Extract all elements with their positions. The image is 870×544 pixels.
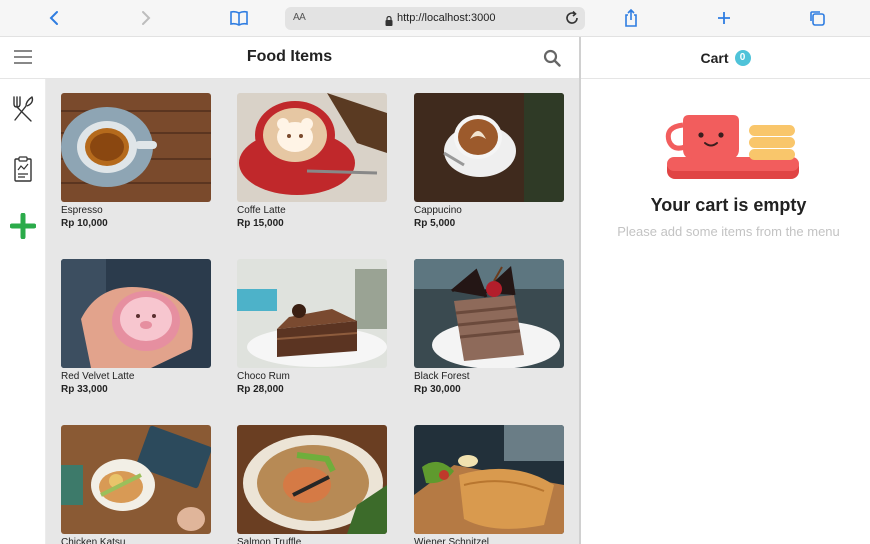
cart-title: Cart <box>700 49 729 66</box>
address-bar[interactable]: AA http://localhost:3000 <box>285 7 585 30</box>
food-price: Rp 15,000 <box>237 218 284 229</box>
clipboard-report-icon <box>14 156 32 182</box>
empty-cart-subtitle: Please add some items from the menu <box>617 224 840 239</box>
empty-cart-title: Your cart is empty <box>650 195 807 215</box>
nav-food-menu[interactable] <box>9 95 37 123</box>
nav-reports[interactable] <box>9 155 37 183</box>
food-grid: Espresso Rp 10,000 Coffe Latte Rp 15,000 <box>46 79 579 544</box>
food-name: Black Forest <box>414 371 470 382</box>
food-card-choco-rum[interactable]: Choco Rum Rp 28,000 <box>237 259 387 397</box>
food-name: Red Velvet Latte <box>61 371 135 382</box>
share-button[interactable] <box>619 6 643 30</box>
cart-count-badge: 0 <box>734 49 751 66</box>
food-price: Rp 30,000 <box>414 384 461 395</box>
new-tab-button[interactable] <box>712 6 736 30</box>
food-card-black-forest[interactable]: Black Forest Rp 30,000 <box>414 259 564 397</box>
plus-icon <box>10 213 36 239</box>
food-card-wiener-schnitzel[interactable]: Wiener Schnitzel <box>414 425 564 544</box>
food-price: Rp 33,000 <box>61 384 108 395</box>
food-image-black-forest <box>414 259 564 368</box>
food-name: Wiener Schnitzel <box>414 537 490 544</box>
food-name: Choco Rum <box>237 371 290 382</box>
plus-icon <box>718 12 730 24</box>
food-image-choco-rum <box>237 259 387 368</box>
food-card-espresso[interactable]: Espresso Rp 10,000 <box>61 93 211 231</box>
food-image-salmon-truffle <box>237 425 387 534</box>
tabs-button[interactable] <box>805 6 829 30</box>
food-image-wiener-schnitzel <box>414 425 564 534</box>
food-name: Chicken Katsu <box>61 537 126 544</box>
food-card-salmon-truffle[interactable]: Salmon Truffle <box>237 425 387 544</box>
food-image-coffe-latte <box>237 93 387 202</box>
food-price: Rp 28,000 <box>237 384 284 395</box>
side-navigation <box>0 37 46 544</box>
tabs-icon <box>810 11 825 26</box>
food-image-chicken-katsu <box>61 425 211 534</box>
food-price: Rp 5,000 <box>414 218 456 229</box>
cart-header: Cart 0 <box>581 37 870 79</box>
bookmarks-button[interactable] <box>227 6 251 30</box>
url-text[interactable]: http://localhost:3000 <box>397 12 495 24</box>
food-name: Espresso <box>61 205 103 216</box>
utensils-icon <box>13 96 34 122</box>
share-icon <box>625 8 637 27</box>
food-card-cappucino[interactable]: Cappucino Rp 5,000 <box>414 93 564 231</box>
lock-icon <box>385 13 393 31</box>
reload-icon[interactable] <box>564 10 580 31</box>
food-image-cappucino <box>414 93 564 202</box>
food-image-red-velvet-latte <box>61 259 211 368</box>
nav-add-item[interactable] <box>9 212 37 240</box>
food-image-espresso <box>61 93 211 202</box>
forward-button[interactable] <box>134 6 158 30</box>
browser-toolbar: AA http://localhost:3000 <box>0 0 870 37</box>
food-price: Rp 10,000 <box>61 218 108 229</box>
reader-aa-label[interactable]: AA <box>293 12 306 23</box>
empty-cart-illustration <box>661 111 801 186</box>
food-card-red-velvet-latte[interactable]: Red Velvet Latte Rp 33,000 <box>61 259 211 397</box>
book-icon <box>230 10 248 26</box>
search-icon[interactable] <box>543 49 561 72</box>
food-name: Salmon Truffle <box>237 537 302 544</box>
food-name: Cappucino <box>414 205 462 216</box>
food-card-chicken-katsu[interactable]: Chicken Katsu <box>61 425 211 544</box>
back-button[interactable] <box>42 6 66 30</box>
food-name: Coffe Latte <box>237 205 286 216</box>
main-header: Food Items <box>0 37 579 79</box>
food-card-coffe-latte[interactable]: Coffe Latte Rp 15,000 <box>237 93 387 231</box>
page-title: Food Items <box>246 48 333 65</box>
cart-panel: Cart 0 Your cart is empty Please add som… <box>581 37 870 544</box>
